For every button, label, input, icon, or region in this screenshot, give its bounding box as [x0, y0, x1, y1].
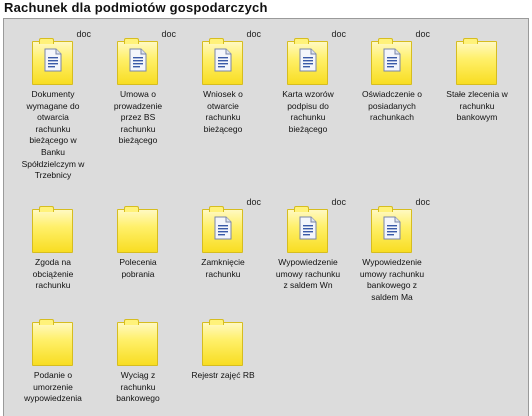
folder-icon[interactable]	[202, 206, 243, 253]
doc-type-label: doc	[76, 29, 91, 39]
folder-icon[interactable]	[32, 206, 73, 253]
folder-label[interactable]: Wypowiedzenie umowy rachunku z saldem Wn	[266, 257, 350, 292]
folder-icon[interactable]	[32, 319, 73, 366]
folder-label[interactable]: Podanie o umorzenie wypowiedzenia	[11, 370, 95, 405]
folder-label[interactable]: Karta wzorów podpisu do rachunku bieżące…	[266, 89, 350, 135]
folder-item[interactable]: doc Dokumenty wymagane do otwarcia rachun…	[11, 29, 95, 180]
folder-label[interactable]: Wyciąg z rachunku bankowego	[96, 370, 180, 405]
doc-type-label: doc	[331, 197, 346, 207]
folder-item[interactable]: Podanie o umorzenie wypowiedzenia	[11, 312, 95, 412]
folder-icon[interactable]	[117, 38, 158, 85]
document-icon	[214, 48, 232, 72]
folder-icon[interactable]	[287, 38, 328, 85]
doc-type-label: doc	[246, 197, 261, 207]
folder-icon[interactable]	[371, 206, 412, 253]
document-icon	[214, 216, 232, 240]
doc-type-label: doc	[415, 197, 430, 207]
folder-label[interactable]: Zamknięcie rachunku	[181, 257, 265, 280]
document-icon	[129, 48, 147, 72]
folder-item[interactable]: doc Karta wzorów podpisu do rachunku bież…	[266, 29, 350, 134]
doc-type-label: doc	[415, 29, 430, 39]
folder-item[interactable]: doc Wypowiedzenie umowy rachunku bankoweg…	[350, 197, 434, 302]
doc-type-label: doc	[161, 29, 176, 39]
folder-item[interactable]: doc Wypowiedzenie umowy rachunku z saldem…	[266, 197, 350, 299]
folder-icon[interactable]	[287, 206, 328, 253]
document-icon	[44, 48, 62, 72]
folder-icon[interactable]	[32, 38, 73, 85]
folder-item[interactable]: Rejestr zajęć RB	[181, 312, 265, 412]
folder-icon[interactable]	[117, 319, 158, 366]
folder-label[interactable]: Oświadczenie o posiadanych rachunkach	[350, 89, 434, 124]
folder-icon[interactable]	[117, 206, 158, 253]
folder-item[interactable]: doc Zamknięcie rachunku	[181, 197, 265, 299]
folder-label[interactable]: Umowa o prowadzenie przez BS rachunku bi…	[96, 89, 180, 147]
folder-label[interactable]: Polecenia pobrania	[96, 257, 180, 280]
folder-item[interactable]: doc Umowa o prowadzenie przez BS rachunku…	[96, 29, 180, 145]
doc-type-label: doc	[246, 29, 261, 39]
doc-type-label: doc	[331, 29, 346, 39]
folder-label[interactable]: Stałe zlecenia w rachunku bankowym	[435, 89, 519, 124]
folder-label[interactable]: Wypowiedzenie umowy rachunku bankowego z…	[350, 257, 434, 303]
folder-label[interactable]: Dokumenty wymagane do otwarcia rachunku …	[11, 89, 95, 182]
folder-label[interactable]: Zgoda na obciążenie rachunku	[11, 257, 95, 292]
document-icon	[383, 216, 401, 240]
folder-icon[interactable]	[371, 38, 412, 85]
folder-icon[interactable]	[202, 38, 243, 85]
folder-item[interactable]: Polecenia pobrania	[96, 199, 180, 299]
folder-icon[interactable]	[456, 38, 497, 85]
document-icon	[299, 48, 317, 72]
folder-label[interactable]: Rejestr zajęć RB	[181, 370, 265, 382]
folder-label[interactable]: Wniosek o otwarcie rachunku bieżącego	[181, 89, 265, 135]
folder-item[interactable]: doc Wniosek o otwarcie rachunku bieżącego	[181, 29, 265, 134]
folder-icon[interactable]	[202, 319, 243, 366]
folder-item[interactable]: Zgoda na obciążenie rachunku	[11, 199, 95, 299]
page-title: Rachunek dla podmiotów gospodarczych	[4, 0, 268, 15]
folder-item[interactable]: Wyciąg z rachunku bankowego	[96, 312, 180, 412]
document-icon	[383, 48, 401, 72]
folder-item[interactable]: doc Oświadczenie o posiadanych rachunkach	[350, 29, 434, 131]
folder-item[interactable]: Stałe zlecenia w rachunku bankowym	[435, 31, 519, 131]
document-icon	[299, 216, 317, 240]
folder-panel: doc Dokumenty wymagane do otwarcia rachun…	[3, 18, 529, 416]
